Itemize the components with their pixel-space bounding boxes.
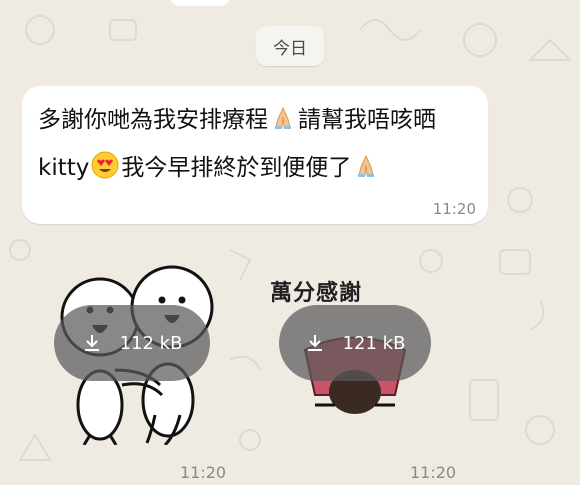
previous-message-edge [170,0,230,6]
sticker-caption: 萬分感謝 [270,280,363,306]
message-bubble[interactable]: 多謝你哋為我安排療程 請幫我唔咳晒kitty 我今早排終於到便便了 11:20 [22,86,488,224]
sticker-file-size: 112 kB [119,332,183,354]
sticker-download-button[interactable]: 112 kB [54,305,210,381]
heart-eyes-emoji-icon [91,150,119,194]
message-timestamp: 11:20 [432,200,476,218]
sticker-file-size: 121 kB [342,332,406,354]
sticker-timestamp: 11:20 [180,463,227,482]
folded-hands-emoji-icon [270,102,296,146]
message-text: 多謝你哋為我安排療程 請幫我唔咳晒kitty 我今早排終於到便便了 [38,98,478,194]
folded-hands-emoji-icon [353,150,379,194]
date-separator-label: 今日 [273,38,307,59]
sticker-timestamp: 11:20 [410,463,457,482]
date-separator: 今日 [256,26,324,66]
download-icon [84,335,99,351]
sticker-download-button[interactable]: 121 kB [279,305,431,381]
message-text-part-3: 我今早排終於到便便了 [121,155,352,181]
message-text-part-1: 多謝你哋為我安排療程 [38,107,268,133]
download-icon [307,335,322,351]
